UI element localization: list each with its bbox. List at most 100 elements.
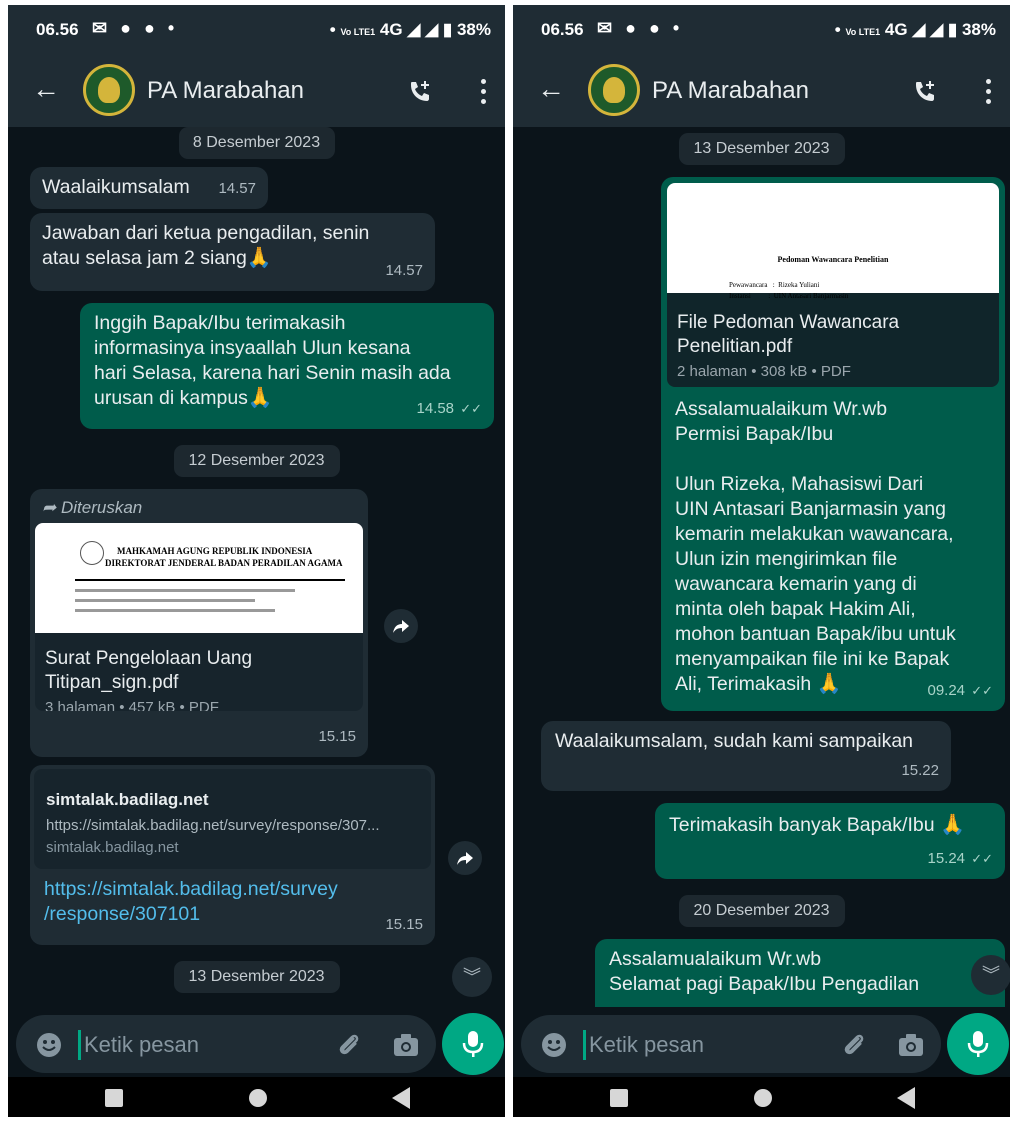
share-arrow-icon [457, 852, 473, 865]
network-indicator: 4G [884, 20, 908, 39]
camera-icon[interactable] [392, 1031, 420, 1059]
document-card[interactable]: Pedoman Wawancara Penelitian Pewawancara… [667, 183, 999, 387]
notification-icons: ✉ ● ● • [92, 18, 179, 38]
message-input[interactable]: Ketik pesan [84, 1032, 199, 1058]
scroll-down-icon[interactable]: ︾ [971, 955, 1010, 995]
share-arrow-icon [393, 620, 409, 633]
recents-button[interactable] [105, 1089, 123, 1107]
forward-button[interactable] [384, 609, 418, 643]
message-outgoing[interactable]: Inggih Bapak/Ibu terimakasih informasiny… [80, 303, 494, 429]
date-separator: 13 Desember 2023 [678, 133, 845, 165]
document-info: 2 halaman • 308 kB • PDF [677, 363, 851, 380]
document-name: Surat Pengelolaan Uang Titipan_sign.pdf [45, 648, 253, 693]
message-time: 15.24 [927, 850, 966, 867]
volte-indicator: Vo LTE1 [340, 27, 376, 37]
message-composer: Ketik pesan [513, 1007, 1010, 1077]
emoji-icon[interactable] [36, 1032, 62, 1058]
phone-screen-right: 06.56 ✉ ● ● • • Vo LTE1 4G ◢ ◢ ▮ 38% ← P… [513, 5, 1010, 1117]
message-time: 14.57 [385, 262, 423, 279]
message-outgoing[interactable]: Assalamualaikum Wr.wb Selamat pagi Bapak… [595, 939, 1005, 1007]
microphone-icon [967, 1031, 989, 1057]
message-outgoing[interactable]: Terimakasih banyak Bapak/Ibu 🙏 15.24 ✓✓ [655, 803, 1005, 879]
document-name: File Pedoman Wawancara Penelitian.pdf [677, 312, 900, 357]
scroll-down-icon[interactable]: ︾ [452, 957, 492, 997]
status-time: 06.56 [541, 20, 584, 39]
message-text: Waalaikumsalam, sudah kami sampaikan [555, 730, 914, 752]
link-url[interactable]: https://simtalak.badilag.net/survey /res… [44, 877, 338, 927]
chat-header: ← PA Marabahan [8, 55, 505, 127]
status-bar: 06.56 ✉ ● ● • • Vo LTE1 4G ◢ ◢ ▮ 38% [8, 5, 505, 55]
link-message[interactable]: simtalak.badilag.net https://simtalak.ba… [30, 765, 435, 945]
read-receipt-icon: ✓✓ [971, 683, 993, 698]
avatar[interactable] [588, 64, 640, 116]
message-time-read: 14.58 ✓✓ [416, 396, 482, 421]
message-incoming[interactable]: Jawaban dari ketua pengadilan, senin ata… [30, 213, 435, 291]
date-separator: 13 Desember 2023 [173, 961, 340, 993]
chat-header: ← PA Marabahan [513, 55, 1010, 127]
add-call-icon[interactable] [407, 79, 433, 105]
attachment-icon[interactable] [334, 1030, 364, 1060]
message-input[interactable]: Ketik pesan [589, 1032, 704, 1058]
system-nav-bar [513, 1077, 1010, 1117]
add-call-icon[interactable] [912, 79, 938, 105]
date-separator: 8 Desember 2023 [178, 127, 335, 159]
forwarded-label: ➦ Diteruskan [42, 498, 143, 517]
date-separator: 20 Desember 2023 [678, 895, 845, 927]
link-preview-card[interactable]: simtalak.badilag.net https://simtalak.ba… [34, 769, 431, 869]
praying-hands-emoji: 🙏 [247, 387, 273, 409]
contact-name[interactable]: PA Marabahan [147, 77, 304, 105]
message-time: 15.15 [318, 728, 356, 745]
forwarded-text: Diteruskan [60, 498, 143, 517]
attachment-icon[interactable] [839, 1030, 869, 1060]
message-text: Terimakasih banyak Bapak/Ibu [669, 814, 935, 836]
message-time: 15.22 [901, 762, 939, 779]
back-arrow-icon[interactable]: ← [32, 75, 60, 103]
battery-percent: 38% [961, 20, 996, 39]
recents-button[interactable] [610, 1089, 628, 1107]
praying-hands-emoji: 🙏 [940, 814, 965, 836]
message-text: Waalaikumsalam [42, 176, 190, 198]
status-bar: 06.56 ✉ ● ● • • Vo LTE1 4G ◢ ◢ ▮ 38% [513, 5, 1010, 55]
message-input-box[interactable]: Ketik pesan [16, 1015, 436, 1073]
home-button[interactable] [249, 1089, 267, 1107]
message-input-box[interactable]: Ketik pesan [521, 1015, 941, 1073]
more-options-icon[interactable] [479, 77, 487, 105]
preview-line [75, 609, 275, 612]
voice-message-button[interactable] [947, 1013, 1009, 1075]
more-options-icon[interactable] [984, 77, 992, 105]
message-incoming[interactable]: Waalaikumsalam 14.57 [30, 167, 268, 209]
back-button[interactable] [392, 1087, 410, 1109]
forward-button[interactable] [448, 841, 482, 875]
emoji-icon[interactable] [541, 1032, 567, 1058]
link-domain: simtalak.badilag.net [46, 839, 179, 856]
link-title: simtalak.badilag.net [46, 790, 209, 809]
preview-line [75, 599, 255, 602]
document-message[interactable]: ➦ Diteruskan MAHKAMAH AGUNG REPUBLIK IND… [30, 489, 368, 757]
voice-message-button[interactable] [442, 1013, 504, 1075]
preview-subheading: DIREKTORAT JENDERAL BADAN PERADILAN AGAM… [105, 558, 343, 568]
network-indicator: 4G [379, 20, 403, 39]
message-time-read: 15.24 ✓✓ [927, 846, 993, 871]
read-receipt-icon: ✓✓ [971, 851, 993, 866]
microphone-icon [462, 1031, 484, 1057]
message-time: 14.58 [416, 400, 455, 417]
status-right: • Vo LTE1 4G ◢ ◢ ▮ 38% [834, 20, 996, 39]
home-button[interactable] [754, 1089, 772, 1107]
message-incoming[interactable]: Waalaikumsalam, sudah kami sampaikan 15.… [541, 721, 951, 791]
back-arrow-icon[interactable]: ← [537, 75, 565, 103]
phone-screen-left: 06.56 ✉ ● ● • • Vo LTE1 4G ◢ ◢ ▮ 38% ← P… [8, 5, 505, 1117]
preview-rule [75, 579, 345, 581]
battery-percent: 38% [456, 20, 491, 39]
document-message[interactable]: Pedoman Wawancara Penelitian Pewawancara… [661, 177, 1005, 711]
document-preview: MAHKAMAH AGUNG REPUBLIK INDONESIA DIREKT… [35, 523, 363, 633]
message-text: Assalamualaikum Wr.wb Selamat pagi Bapak… [609, 948, 920, 995]
volte-indicator: Vo LTE1 [845, 27, 881, 37]
back-button[interactable] [897, 1087, 915, 1109]
message-time: 15.15 [385, 916, 423, 933]
document-preview: Pedoman Wawancara Penelitian Pewawancara… [667, 183, 999, 300]
document-card[interactable]: MAHKAMAH AGUNG REPUBLIK INDONESIA DIREKT… [35, 523, 363, 711]
contact-name[interactable]: PA Marabahan [652, 77, 809, 105]
avatar[interactable] [83, 64, 135, 116]
preview-line: Instansi : UIN Antasari Banjarmasin [729, 292, 849, 300]
camera-icon[interactable] [897, 1031, 925, 1059]
